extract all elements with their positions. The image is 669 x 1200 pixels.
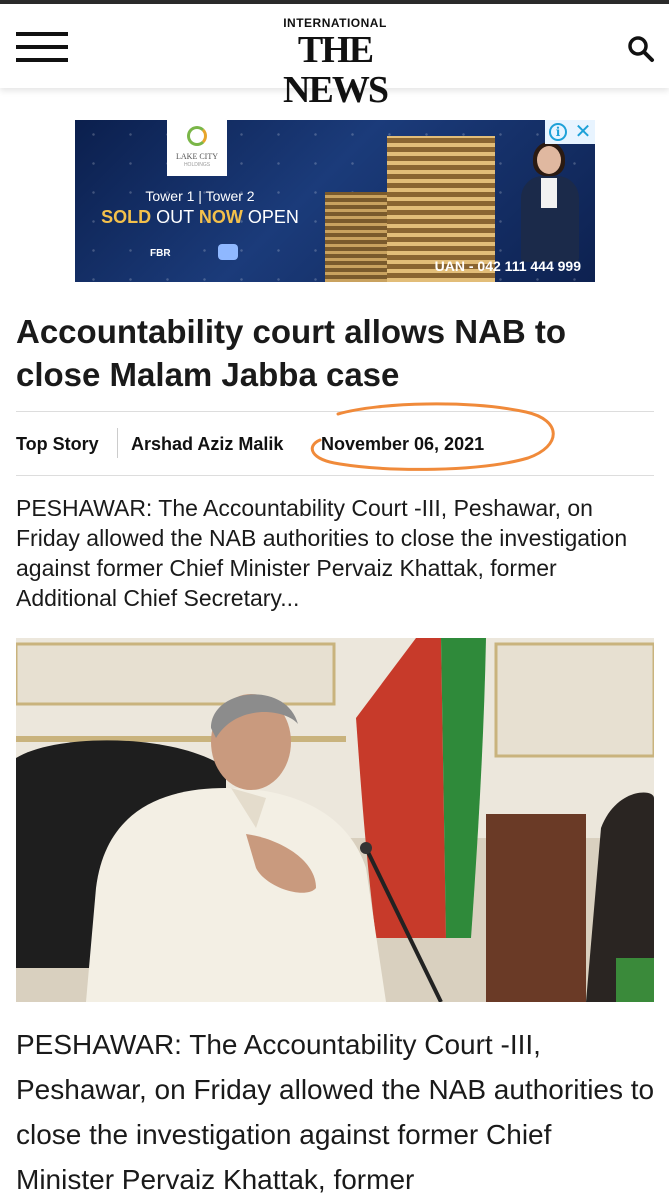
ad-phone-number: UAN - 042 111 444 999	[434, 258, 581, 274]
date-circle-annotation	[310, 402, 555, 471]
article-author[interactable]: Arshad Aziz Malik	[131, 432, 283, 456]
search-icon[interactable]	[626, 34, 656, 64]
article-category[interactable]: Top Story	[16, 432, 99, 456]
meta-separator	[117, 428, 118, 458]
ad-towers-text: Tower 1 | Tower 2	[145, 188, 255, 204]
advertisement-banner[interactable]: LAKE CITY HOLDINGS Tower 1 | Tower 2 SOL…	[75, 120, 595, 282]
ad-info-icon[interactable]: i	[545, 120, 571, 144]
ad-out-word: OUT	[151, 207, 199, 227]
article-headline[interactable]: Accountability court allows NAB to close…	[16, 310, 656, 396]
lake-city-logo-icon	[187, 126, 207, 146]
site-logo[interactable]: INTERNATIONAL THE NEWS	[250, 16, 420, 110]
ad-fbr-logo: FBR	[150, 248, 171, 259]
ad-close-icon[interactable]: ✕	[571, 120, 595, 144]
logo-the-news: THE NEWS	[283, 29, 389, 111]
hamburger-menu-icon[interactable]	[16, 32, 68, 62]
ad-brand-name: LAKE CITY	[176, 152, 218, 161]
ad-model-image	[517, 138, 583, 262]
ad-sold-word: SOLD	[101, 207, 152, 227]
ad-brand-sub: HOLDINGS	[183, 162, 211, 168]
ad-headline: SOLD OUT NOW OPEN	[75, 206, 325, 228]
article-summary: PESHAWAR: The Accountability Court -III,…	[16, 495, 628, 611]
article-body: PESHAWAR: The Accountability Court -III,…	[16, 1029, 655, 1195]
logo-international: INTERNATIONAL	[283, 16, 387, 30]
article-photo	[16, 638, 654, 1002]
ad-partner-badge-icon	[218, 244, 238, 260]
ad-building-image	[325, 192, 387, 282]
ad-open-word: OPEN	[242, 207, 299, 227]
ad-now-word: NOW	[198, 207, 243, 227]
meta-divider-bottom	[16, 475, 654, 476]
ad-brand-logo: LAKE CITY HOLDINGS	[167, 120, 227, 176]
site-header: INTERNATIONAL THE NEWS	[0, 4, 669, 110]
